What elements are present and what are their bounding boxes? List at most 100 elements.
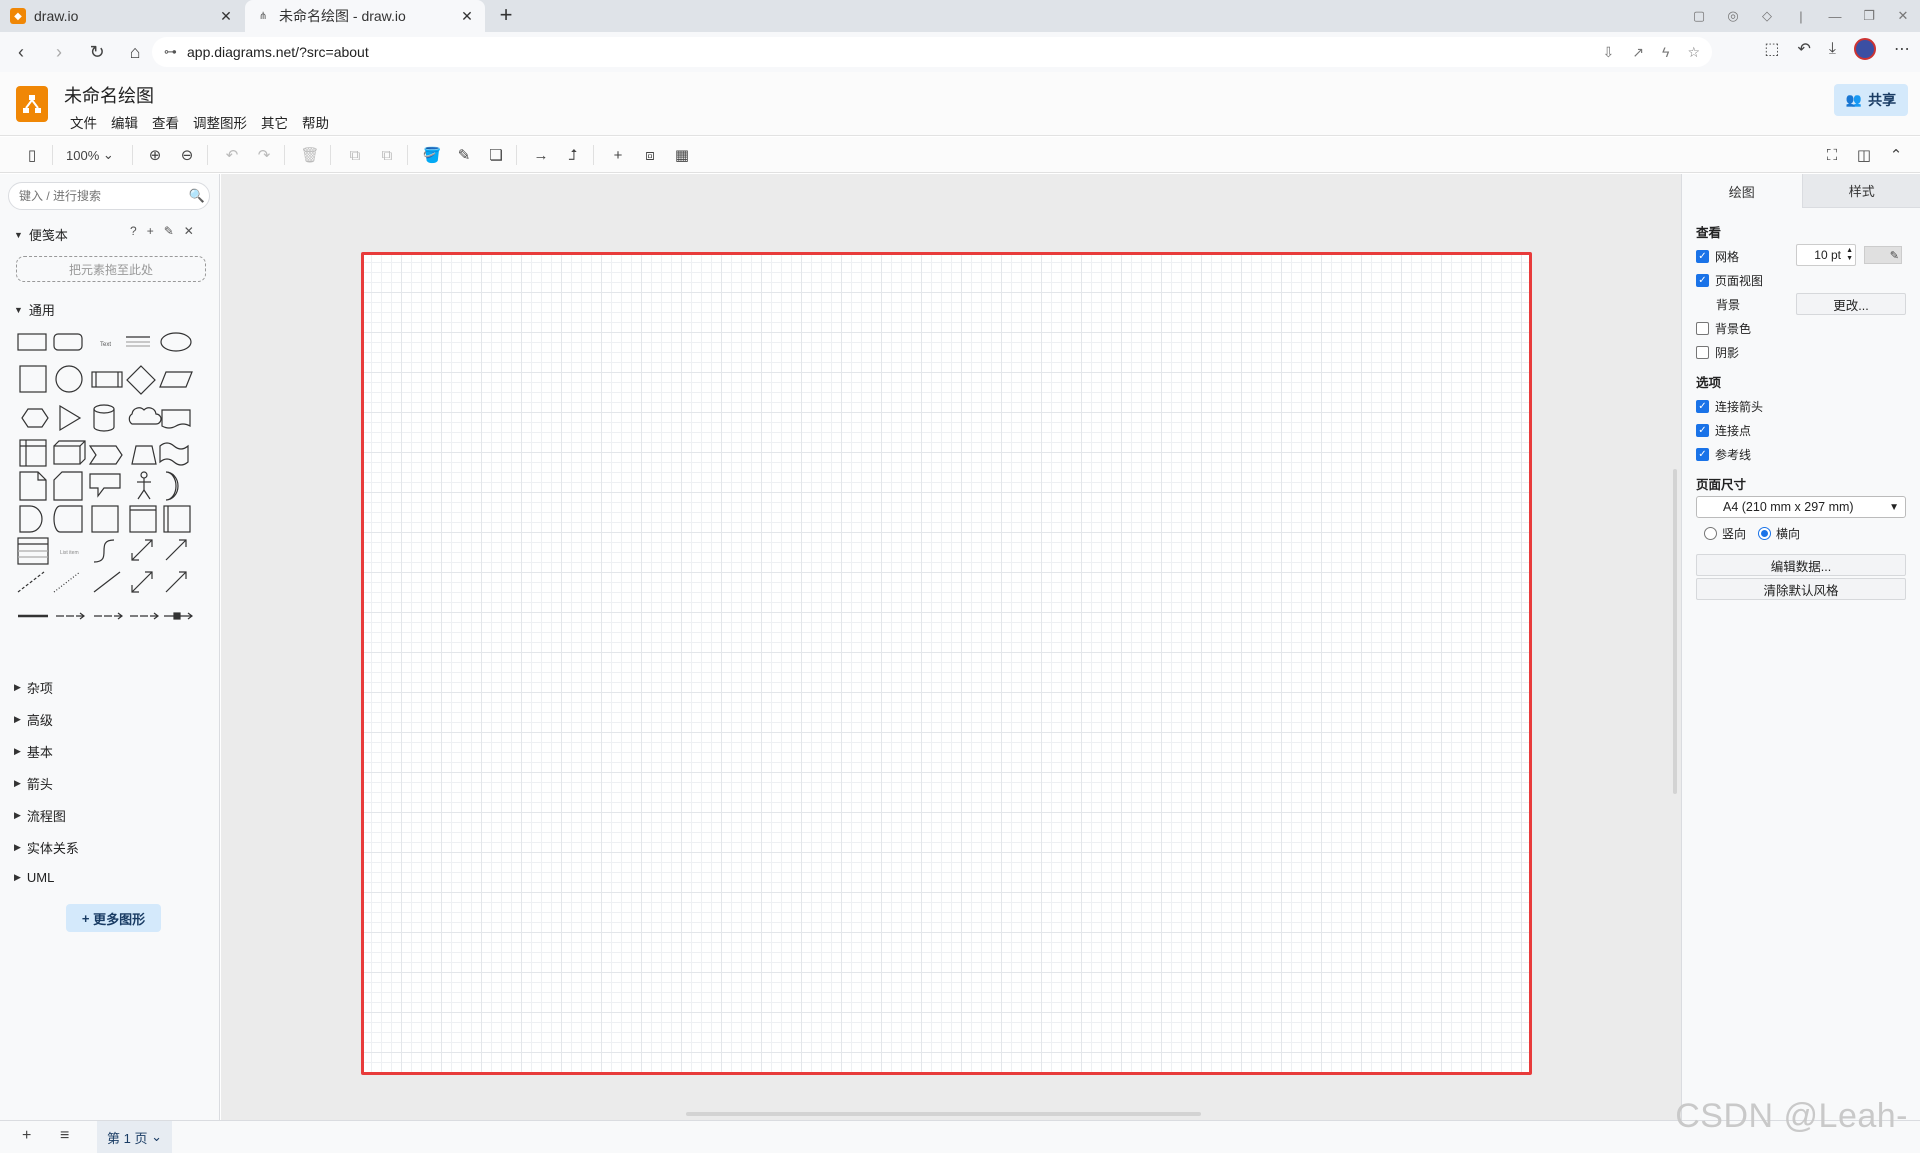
page-tab[interactable]: 第 1 页 ⌄ bbox=[97, 1121, 172, 1153]
more-shapes-button[interactable]: + 更多图形 bbox=[66, 904, 161, 932]
document-title[interactable]: 未命名绘图 bbox=[64, 82, 154, 108]
menu-view[interactable]: 查看 bbox=[152, 112, 179, 132]
to-back-icon[interactable]: ⧉ bbox=[375, 143, 399, 167]
zoom-out-icon[interactable]: ⊖ bbox=[175, 143, 199, 167]
waypoints-icon[interactable]: ⮥ bbox=[561, 143, 585, 167]
download-icon[interactable]: ⤓ bbox=[1829, 40, 1836, 58]
section-entity-relation[interactable]: ▶ 实体关系 bbox=[14, 838, 79, 857]
close-tab-icon[interactable]: ✕ bbox=[218, 8, 234, 25]
new-tab-button[interactable]: + bbox=[494, 4, 518, 28]
change-background-button[interactable]: 更改... bbox=[1796, 293, 1906, 315]
close-tab-icon[interactable]: ✕ bbox=[459, 8, 475, 25]
edit-data-button[interactable]: 编辑数据... bbox=[1696, 554, 1906, 576]
add-icon[interactable]: + bbox=[147, 224, 154, 238]
restore-icon[interactable]: ❐ bbox=[1852, 8, 1886, 24]
browser-tab-untitled[interactable]: ⋔ 未命名绘图 - draw.io ✕ bbox=[245, 0, 485, 32]
vertical-scrollbar[interactable] bbox=[1673, 469, 1677, 794]
share-button[interactable]: 👥 共享 bbox=[1834, 84, 1908, 116]
line-color-icon[interactable]: ✎ bbox=[452, 143, 476, 167]
url-input[interactable]: ⊶ app.diagrams.net/?src=about ⇩ ↗ ϟ ☆ bbox=[152, 37, 1712, 67]
connection-arrows-checkbox[interactable]: ✓ bbox=[1696, 400, 1709, 413]
scratchpad-header[interactable]: ▼ 便笺本 bbox=[14, 225, 68, 244]
portrait-radio[interactable] bbox=[1704, 527, 1717, 540]
zoom-in-icon[interactable]: ⊕ bbox=[143, 143, 167, 167]
shadow-icon[interactable]: ❏ bbox=[484, 143, 508, 167]
browser-tab-drawio[interactable]: ◆ draw.io ✕ bbox=[0, 0, 244, 32]
install-icon[interactable]: ⇩ bbox=[1603, 44, 1615, 61]
lightning-icon[interactable]: ϟ bbox=[1662, 44, 1669, 61]
menu-arrange[interactable]: 调整图形 bbox=[193, 112, 247, 132]
background-color-option[interactable]: 背景色 bbox=[1696, 320, 1751, 337]
diagram-page[interactable] bbox=[361, 252, 1532, 1075]
reload-icon[interactable]: ↻ bbox=[80, 37, 114, 67]
redo-icon[interactable]: ↷ bbox=[252, 143, 276, 167]
diagram-canvas[interactable] bbox=[221, 174, 1681, 1120]
share-page-icon[interactable]: ↗ bbox=[1632, 44, 1644, 61]
guides-option[interactable]: ✓ 参考线 bbox=[1696, 446, 1751, 463]
shapes-icon[interactable]: ⧈ bbox=[638, 143, 662, 167]
close-icon[interactable]: ✕ bbox=[184, 224, 194, 238]
page-view-checkbox[interactable]: ✓ bbox=[1696, 274, 1709, 287]
section-advanced[interactable]: ▶ 高级 bbox=[14, 710, 53, 729]
grid-color-swatch[interactable]: ✎ bbox=[1864, 246, 1902, 264]
history-icon[interactable]: ↶ bbox=[1798, 39, 1811, 59]
search-input[interactable] bbox=[19, 189, 185, 203]
edit-icon[interactable]: ✎ bbox=[164, 224, 174, 238]
connection-points-checkbox[interactable]: ✓ bbox=[1696, 424, 1709, 437]
profile-avatar[interactable] bbox=[1854, 38, 1876, 60]
section-flowchart[interactable]: ▶ 流程图 bbox=[14, 806, 66, 825]
menu-file[interactable]: 文件 bbox=[70, 112, 97, 132]
shadow-checkbox[interactable] bbox=[1696, 346, 1709, 359]
menu-edit[interactable]: 编辑 bbox=[111, 112, 138, 132]
grid-option[interactable]: ✓ 网格 bbox=[1696, 248, 1739, 265]
site-info-icon[interactable]: ⊶ bbox=[164, 44, 177, 60]
general-section-header[interactable]: ▼ 通用 bbox=[14, 300, 55, 319]
connection-points-option[interactable]: ✓ 连接点 bbox=[1696, 422, 1751, 439]
eyedropper-icon[interactable]: ✎ bbox=[1890, 249, 1899, 262]
landscape-radio[interactable] bbox=[1758, 527, 1772, 540]
background-color-checkbox[interactable] bbox=[1696, 322, 1709, 335]
clear-default-style-button[interactable]: 清除默认风格 bbox=[1696, 578, 1906, 600]
close-window-icon[interactable]: ✕ bbox=[1886, 8, 1920, 24]
pages-menu-icon[interactable]: ≡ bbox=[60, 1127, 69, 1145]
connection-icon[interactable]: → bbox=[529, 143, 553, 167]
section-misc[interactable]: ▶ 杂项 bbox=[14, 678, 53, 697]
format-toggle-icon[interactable]: ◫ bbox=[1852, 143, 1876, 167]
insert-icon[interactable]: + bbox=[606, 143, 630, 167]
tab-style[interactable]: 样式 bbox=[1801, 174, 1920, 208]
collapse-icon[interactable]: ⌃ bbox=[1884, 143, 1908, 167]
menu-help[interactable]: 帮助 bbox=[302, 112, 329, 132]
delete-icon[interactable]: 🗑 bbox=[298, 143, 322, 167]
home-icon[interactable]: ⌂ bbox=[118, 37, 152, 67]
zoom-dropdown[interactable]: 100% ⌄ bbox=[66, 143, 114, 167]
to-front-icon[interactable]: ⧉ bbox=[343, 143, 367, 167]
back-icon[interactable]: ‹ bbox=[4, 37, 38, 67]
section-uml[interactable]: ▶ UML bbox=[14, 870, 54, 885]
connection-arrows-option[interactable]: ✓ 连接箭头 bbox=[1696, 398, 1763, 415]
table-icon[interactable]: ▦ bbox=[670, 143, 694, 167]
fullscreen-icon[interactable]: ⛶ bbox=[1820, 143, 1844, 167]
grid-size-input[interactable]: 10 pt ▲ ▼ bbox=[1796, 244, 1856, 266]
shadow-option[interactable]: 阴影 bbox=[1696, 344, 1739, 361]
section-basic[interactable]: ▶ 基本 bbox=[14, 742, 53, 761]
spinner-icon[interactable]: ▲ ▼ bbox=[1846, 247, 1853, 263]
format-panel-toggle-icon[interactable]: ▯ bbox=[20, 143, 44, 167]
horizontal-scrollbar[interactable] bbox=[686, 1112, 1201, 1116]
incognito-icon[interactable]: ◎ bbox=[1716, 8, 1750, 24]
search-icon[interactable]: 🔍 bbox=[185, 188, 209, 204]
add-page-icon[interactable]: + bbox=[22, 1127, 31, 1145]
undo-icon[interactable]: ↶ bbox=[220, 143, 244, 167]
tab-diagram[interactable]: 绘图 bbox=[1682, 174, 1802, 208]
scratchpad-dropzone[interactable]: 把元素拖至此处 bbox=[16, 256, 206, 282]
minimize-icon[interactable]: — bbox=[1818, 9, 1852, 24]
grid-checkbox[interactable]: ✓ bbox=[1696, 250, 1709, 263]
bookmark-star-icon[interactable]: ☆ bbox=[1687, 44, 1700, 61]
extension-icon[interactable]: ◇ bbox=[1750, 8, 1784, 24]
guides-checkbox[interactable]: ✓ bbox=[1696, 448, 1709, 461]
tab-search-icon[interactable]: ▢ bbox=[1682, 8, 1716, 24]
menu-extras[interactable]: 其它 bbox=[261, 112, 288, 132]
page-size-select[interactable]: A4 (210 mm x 297 mm) ▼ bbox=[1696, 496, 1906, 518]
more-menu-icon[interactable]: ⋯ bbox=[1894, 39, 1910, 59]
section-arrows[interactable]: ▶ 箭头 bbox=[14, 774, 53, 793]
fill-color-icon[interactable]: 🪣 bbox=[420, 143, 444, 167]
